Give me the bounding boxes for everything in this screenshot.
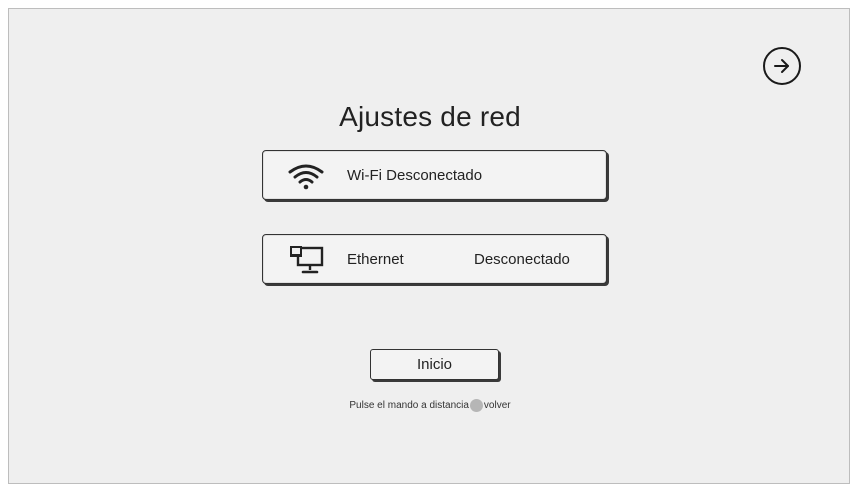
- wifi-label: Wi-Fi Desconectado: [347, 167, 483, 184]
- hint-text-after: volver: [483, 400, 511, 412]
- network-settings-screen: Ajustes de red Wi-Fi Desconectado Ethern…: [8, 8, 850, 484]
- hint-text-before: Pulse el mando a distancia: [349, 400, 469, 412]
- home-button-label: Inicio: [416, 356, 453, 373]
- ethernet-monitor-icon: [290, 246, 324, 274]
- wifi-icon: [288, 164, 324, 190]
- page-title: Ajustes de red: [339, 101, 521, 132]
- wifi-button[interactable]: Wi-Fi Desconectado: [262, 150, 607, 200]
- next-button[interactable]: [763, 47, 801, 85]
- remote-hint: Pulse el mando a distancia volver: [9, 399, 851, 412]
- ethernet-status: Desconectado: [474, 251, 570, 268]
- ethernet-button[interactable]: Ethernet Desconectado: [262, 234, 607, 284]
- home-button[interactable]: Inicio: [370, 349, 499, 380]
- ethernet-label: Ethernet: [347, 251, 404, 268]
- remote-back-button-icon: [469, 399, 483, 412]
- arrow-right-circle-icon: [774, 59, 789, 73]
